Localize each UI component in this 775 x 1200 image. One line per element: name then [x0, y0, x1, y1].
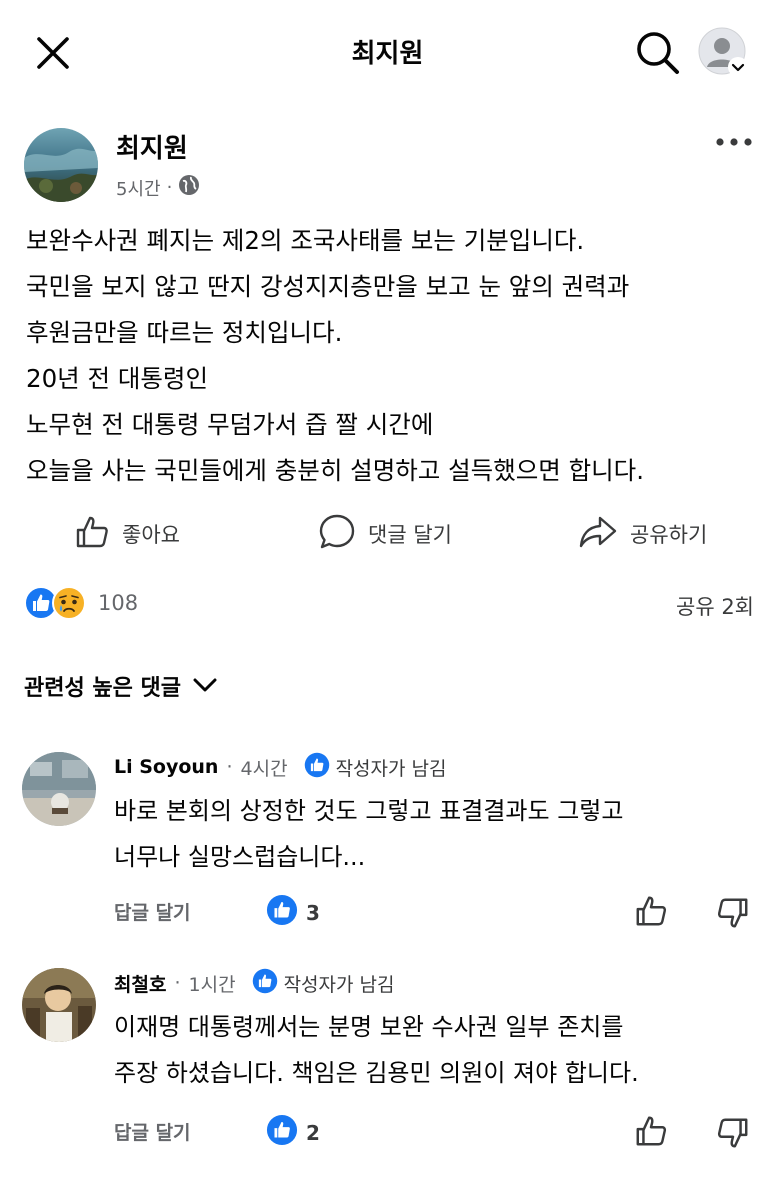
comment-dislike-icon[interactable]	[716, 896, 750, 930]
meta-separator: ·	[174, 972, 181, 994]
search-icon[interactable]	[633, 28, 681, 76]
chevron-down-icon	[193, 674, 217, 699]
like-badge-icon	[304, 752, 330, 783]
more-options-icon[interactable]	[714, 130, 754, 154]
commenter-avatar[interactable]	[22, 752, 96, 826]
comment-footer: 답글 달기 3	[114, 894, 764, 930]
post-line: 국민을 보지 않고 딴지 강성지지층만을 보고 눈 앞의 권력과	[26, 272, 630, 301]
comment-like-icon[interactable]	[634, 894, 668, 928]
comment-time[interactable]: 4시간	[241, 754, 288, 781]
like-badge-icon	[252, 968, 278, 999]
top-bar: 최지원	[0, 0, 775, 104]
post-line: 노무현 전 대통령 무덤가서 즙 짤 시간에	[26, 410, 434, 439]
comment-button[interactable]: 댓글 달기	[318, 506, 452, 562]
post-line: 오늘을 사는 국민들에게 충분히 설명하고 설득했으면 합니다.	[26, 456, 645, 485]
comment-text: 이재명 대통령께서는 분명 보완 수사권 일부 존치를 주장 하셨습니다. 책임…	[114, 1004, 639, 1096]
post-action-bar: 좋아요 댓글 달기 공유하기	[0, 506, 775, 562]
reaction-icons	[24, 586, 86, 624]
comment-line: 바로 본회의 상정한 것도 그렇고 표결결과도 그렇고	[114, 797, 624, 825]
post-line: 20년 전 대통령인	[26, 364, 208, 393]
author-liked-badge: 작성자가 남김	[304, 752, 447, 783]
comment-item: 최철호 · 1시간 작성자가 남김 이재명 대통령께서는 분명 보완 수사권 일…	[22, 968, 762, 1168]
commenter-avatar[interactable]	[22, 968, 96, 1042]
comment-text: 바로 본회의 상정한 것도 그렇고 표결결과도 그렇고 너무나 실망스럽습니다.…	[114, 788, 623, 880]
comment-item: Li Soyoun · 4시간 작성자가 남김 바로 본회의 상정한 것도 그렇…	[22, 752, 762, 942]
meta-separator: ·	[226, 756, 233, 778]
badge-label: 작성자가 남김	[335, 757, 447, 780]
comment-likes[interactable]: 3	[266, 894, 320, 931]
author-name[interactable]: 최지원	[116, 128, 188, 165]
comment-label: 댓글 달기	[368, 523, 452, 547]
comment-header: 최철호 · 1시간 작성자가 남김	[114, 968, 394, 998]
globe-icon	[178, 174, 200, 201]
reply-button[interactable]: 답글 달기	[114, 1118, 191, 1145]
reaction-count: 108	[98, 591, 139, 615]
post-meta: 5시간 ·	[116, 174, 200, 201]
reply-button[interactable]: 답글 달기	[114, 898, 191, 925]
comment-line: 주장 하셨습니다. 책임은 김용민 의원이 져야 합니다.	[114, 1059, 639, 1087]
like-reaction-icon	[266, 894, 298, 931]
comment-bubble-icon	[318, 513, 356, 556]
comment-line: 이재명 대통령께서는 분명 보완 수사권 일부 존치를	[114, 1013, 624, 1041]
comment-like-count: 2	[306, 1120, 320, 1145]
comment-time[interactable]: 1시간	[189, 970, 236, 997]
comment-sort-label: 관련성 높은 댓글	[24, 676, 181, 701]
meta-separator: ·	[166, 177, 173, 198]
author-avatar[interactable]	[24, 128, 98, 202]
thumbs-up-icon	[74, 514, 110, 555]
share-count[interactable]: 공유 2회	[676, 591, 754, 621]
commenter-name[interactable]: 최철호	[114, 970, 166, 997]
like-button[interactable]: 좋아요	[74, 506, 180, 562]
comment-like-count: 3	[306, 900, 320, 925]
comment-line: 너무나 실망스럽습니다...	[114, 843, 366, 871]
profile-menu-icon[interactable]	[698, 27, 750, 79]
post-time[interactable]: 5시간	[116, 175, 161, 201]
comment-likes[interactable]: 2	[266, 1114, 320, 1151]
like-label: 좋아요	[122, 523, 180, 547]
comment-like-icon[interactable]	[634, 1114, 668, 1148]
comment-sort-dropdown[interactable]: 관련성 높은 댓글	[24, 668, 217, 704]
post-line: 후원금만을 따르는 정치입니다.	[26, 318, 343, 347]
like-reaction-icon	[266, 1114, 298, 1151]
comment-header: Li Soyoun · 4시간 작성자가 남김	[114, 752, 447, 782]
badge-label: 작성자가 남김	[283, 973, 395, 996]
sad-reaction-icon	[52, 586, 86, 624]
comment-dislike-icon[interactable]	[716, 1116, 750, 1150]
share-button[interactable]: 공유하기	[578, 506, 707, 562]
comment-footer: 답글 달기 2	[114, 1114, 764, 1150]
commenter-name[interactable]: Li Soyoun	[114, 756, 218, 778]
post-text: 보완수사권 폐지는 제2의 조국사태를 보는 기분입니다. 국민을 보지 않고 …	[26, 218, 756, 494]
share-label: 공유하기	[630, 523, 708, 547]
post-header: 최지원 5시간 ·	[24, 128, 754, 202]
reactions-summary[interactable]: 108 공유 2회	[24, 586, 754, 622]
post-line: 보완수사권 폐지는 제2의 조국사태를 보는 기분입니다.	[26, 226, 585, 255]
author-liked-badge: 작성자가 남김	[252, 968, 395, 999]
share-arrow-icon	[578, 514, 618, 555]
